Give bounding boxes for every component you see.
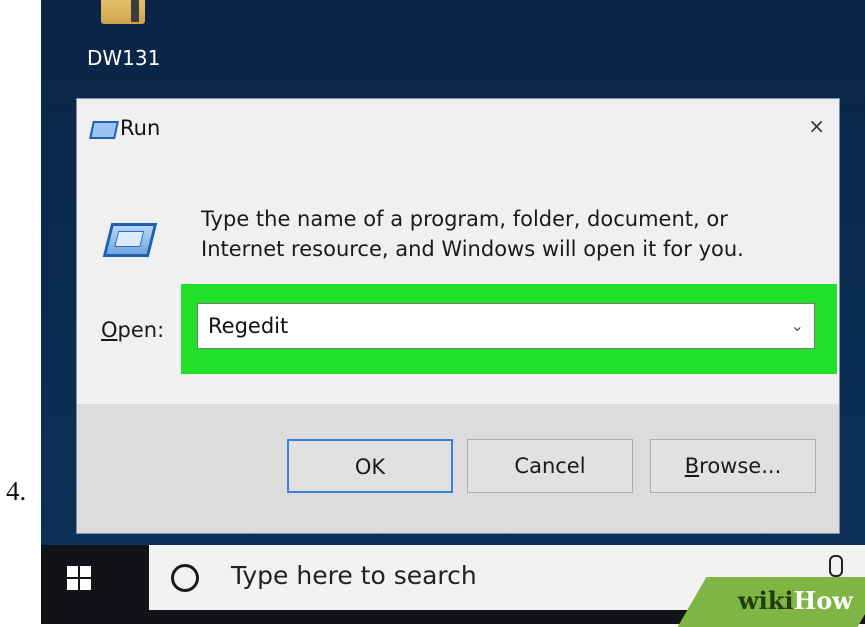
dialog-titlebar[interactable]: Run × (77, 99, 839, 157)
description-line-1: Type the name of a program, folder, docu… (201, 207, 728, 231)
open-label-accesskey: O (101, 318, 118, 342)
open-label: Open: (101, 318, 164, 342)
browse-accesskey: B (684, 454, 700, 478)
watermark-part-1: wiki (738, 586, 794, 615)
close-button[interactable]: × (808, 114, 825, 138)
chevron-down-icon[interactable]: ⌄ (791, 316, 804, 335)
run-program-icon (102, 223, 158, 257)
run-icon (89, 121, 119, 139)
watermark-part-2: How (793, 586, 853, 615)
folder-icon (101, 0, 145, 24)
desktop-icon-label: DW131 (87, 46, 161, 70)
ok-button[interactable]: OK (287, 439, 453, 493)
run-dialog: Run × Type the name of a program, folder… (76, 98, 840, 534)
watermark-logo: wikiHow (738, 586, 853, 615)
desktop-screen: DW131 Run × Type the name of a program, … (41, 0, 865, 624)
browse-label-rest: rowse... (699, 454, 782, 478)
windows-start-icon[interactable] (67, 566, 93, 592)
browse-button[interactable]: Browse... (650, 439, 816, 493)
step-number: 4. (6, 476, 27, 506)
open-label-text: pen: (117, 318, 165, 342)
open-combobox[interactable]: Regedit ⌄ (197, 303, 815, 349)
search-placeholder[interactable]: Type here to search (231, 561, 477, 590)
microphone-icon[interactable] (829, 555, 843, 583)
dialog-title: Run (120, 116, 161, 140)
cortana-ring-icon (171, 564, 199, 592)
cancel-button[interactable]: Cancel (467, 439, 633, 493)
description-line-2: Internet resource, and Windows will open… (201, 237, 744, 261)
open-input-value[interactable]: Regedit (208, 314, 288, 338)
dialog-description: Type the name of a program, folder, docu… (201, 204, 821, 264)
